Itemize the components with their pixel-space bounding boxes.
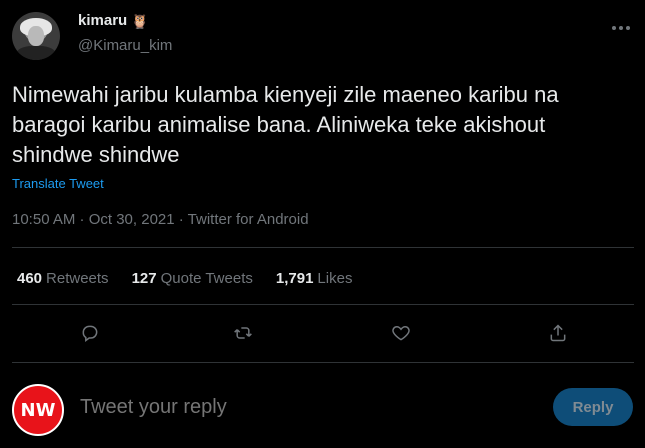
tweet-meta: 10:50 AM · Oct 30, 2021 · Twitter for An…: [12, 211, 309, 228]
author-display-name[interactable]: kimaru: [78, 12, 127, 29]
reply-composer: NW Reply: [0, 380, 645, 436]
translate-tweet-link[interactable]: Translate Tweet: [12, 176, 104, 191]
action-bar: [0, 318, 645, 348]
stat-retweets[interactable]: 460 Retweets: [17, 270, 109, 287]
stat-count: 1,791: [275, 270, 314, 287]
stat-quote-tweets[interactable]: 127 Quote Tweets: [132, 270, 253, 287]
avatar-suit: [16, 46, 56, 60]
tweet-stats: 460 Retweets 127 Quote Tweets 1,791 Likes: [17, 270, 352, 287]
stat-label: Retweets: [46, 270, 109, 287]
user-avatar[interactable]: NW: [12, 384, 64, 436]
author-avatar[interactable]: [12, 12, 60, 60]
stat-count: 460: [17, 270, 43, 287]
reply-input[interactable]: [80, 396, 480, 419]
owl-emoji-icon: 🦉: [131, 12, 149, 29]
heart-icon[interactable]: [386, 318, 416, 348]
reply-button[interactable]: Reply: [553, 388, 633, 426]
stat-label: Quote Tweets: [160, 270, 253, 287]
stat-likes[interactable]: 1,791 Likes: [276, 270, 353, 287]
stat-count: 127: [131, 270, 157, 287]
author-handle[interactable]: @Kimaru_kim: [78, 37, 172, 54]
author-name-row: kimaru 🦉: [78, 12, 149, 29]
reply-icon[interactable]: [75, 318, 105, 348]
divider: [12, 362, 634, 363]
divider: [12, 304, 634, 305]
more-options-icon[interactable]: [611, 16, 631, 34]
avatar-face: [28, 26, 44, 46]
retweet-icon[interactable]: [228, 318, 258, 348]
stat-label: Likes: [317, 270, 353, 287]
share-icon[interactable]: [543, 318, 573, 348]
divider: [12, 247, 634, 248]
tweet-text: Nimewahi jaribu kulamba kienyeji zile ma…: [12, 82, 559, 167]
